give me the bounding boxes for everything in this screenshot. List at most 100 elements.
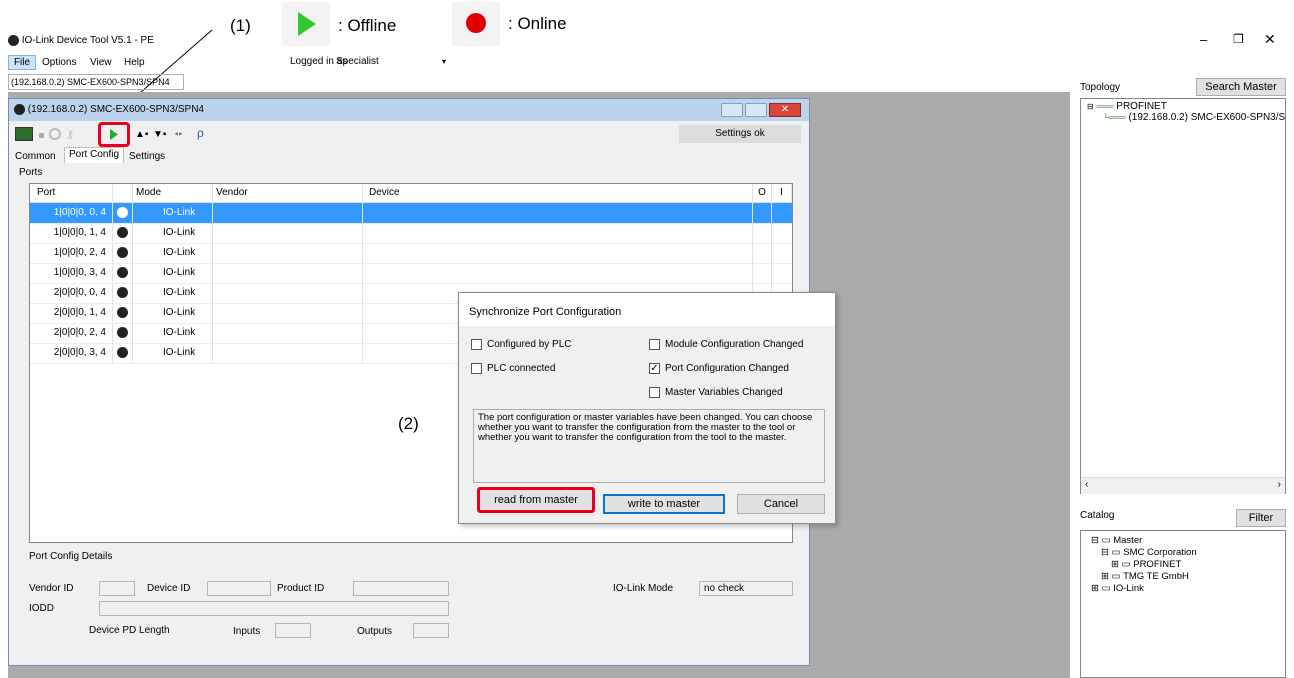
search-master-button[interactable]: Search Master	[1196, 78, 1286, 96]
table-row[interactable]: 1|0|0|0, 0, 4 IO-Link	[30, 203, 792, 224]
row-device	[363, 263, 753, 283]
row-vendor	[213, 303, 363, 323]
port-changed-checkbox[interactable]: ✓ Port Configuration Changed	[649, 363, 789, 374]
check-icon: ✓	[649, 363, 660, 374]
tree-tmg[interactable]: ⊞ ▭ TMG TE GmbH	[1101, 571, 1189, 582]
table-row[interactable]: 1|0|0|0, 1, 4 IO-Link	[30, 223, 792, 244]
row-port: 1|0|0|0, 2, 4	[30, 243, 113, 263]
row-o	[753, 263, 772, 283]
tree-device[interactable]: └═══ (192.168.0.2) SMC-EX600-SPN3/S	[1103, 112, 1285, 123]
topology-label: Topology	[1080, 82, 1121, 93]
row-mode: IO-Link	[133, 283, 213, 303]
callout-2-label: (2)	[398, 414, 419, 433]
scroll-left-icon: ‹	[1085, 479, 1089, 490]
tree-catalog-profinet[interactable]: ⊞ ▭ PROFINET	[1111, 559, 1181, 570]
cancel-button[interactable]: Cancel	[737, 494, 825, 514]
compare-icon[interactable]: ▪▪	[175, 129, 182, 140]
device-id-field	[207, 581, 271, 596]
write-to-master-button[interactable]: write to master	[603, 494, 725, 514]
minimize-button[interactable]: –	[1200, 32, 1207, 47]
child-close-button[interactable]: ✕	[769, 103, 801, 117]
menu-view[interactable]: View	[90, 57, 112, 68]
row-mode: IO-Link	[133, 203, 213, 223]
row-globe-icon	[113, 323, 133, 343]
go-offline-button[interactable]	[98, 122, 130, 147]
menu-file[interactable]: File	[8, 55, 36, 70]
child-maximize-button[interactable]	[745, 103, 767, 117]
row-mode: IO-Link	[133, 243, 213, 263]
download-icon[interactable]: ▼▪	[153, 129, 166, 140]
child-minimize-button[interactable]	[721, 103, 743, 117]
row-port: 2|0|0|0, 2, 4	[30, 323, 113, 343]
tree-master[interactable]: ⊟ ▭ Master	[1091, 535, 1142, 546]
module-changed-checkbox[interactable]: Module Configuration Changed	[649, 339, 803, 350]
filter-button[interactable]: Filter	[1236, 509, 1286, 527]
tab-settings[interactable]: Settings	[129, 151, 165, 162]
pd-length-label: Device PD Length	[89, 625, 170, 636]
row-vendor	[213, 323, 363, 343]
col-device: Device	[363, 184, 753, 204]
key-icon[interactable]: ⚷	[66, 128, 76, 141]
vendor-id-field	[99, 581, 135, 596]
read-from-master-button[interactable]: read from master	[477, 487, 595, 513]
user-select[interactable]: Specialist ▾	[336, 54, 450, 69]
details-group-label: Port Config Details	[29, 551, 113, 562]
tree-smc[interactable]: ⊟ ▭ SMC Corporation	[1101, 547, 1197, 558]
disc-icon[interactable]	[49, 128, 61, 140]
document-tab[interactable]: (192.168.0.2) SMC-EX600-SPN3/SPN4	[8, 74, 184, 90]
settings-status: Settings ok	[679, 125, 801, 143]
row-o	[753, 203, 772, 223]
network-icon: ═══	[1096, 102, 1114, 111]
row-device	[363, 223, 753, 243]
tab-port-config[interactable]: Port Config	[64, 147, 124, 163]
configured-by-plc-checkbox[interactable]: Configured by PLC	[471, 339, 572, 350]
app-globe-icon	[8, 35, 19, 46]
topology-tree: ⊟ ═══ PROFINET └═══ (192.168.0.2) SMC-EX…	[1080, 98, 1286, 494]
row-globe-icon	[113, 303, 133, 323]
online-legend: : Online	[508, 14, 567, 33]
app-title: IO-Link Device Tool V5.1 - PE	[8, 35, 154, 46]
master-vars-checkbox[interactable]: Master Variables Changed	[649, 387, 783, 398]
row-vendor	[213, 343, 363, 363]
row-globe-icon	[113, 263, 133, 283]
restore-button[interactable]: ❐	[1233, 32, 1244, 46]
row-port: 1|0|0|0, 0, 4	[30, 203, 113, 223]
row-device	[363, 203, 753, 223]
row-globe-icon	[113, 343, 133, 363]
dialog-message: The port configuration or master variabl…	[473, 409, 825, 483]
menu-options[interactable]: Options	[42, 57, 76, 68]
device-icon[interactable]	[15, 127, 33, 141]
topology-scrollbar[interactable]: ‹ ›	[1081, 477, 1285, 494]
offline-icon-box	[282, 2, 330, 46]
iolink-mode-label: IO-Link Mode	[613, 583, 674, 594]
catalog-label: Catalog	[1080, 510, 1115, 521]
row-mode: IO-Link	[133, 323, 213, 343]
tree-profinet[interactable]: ⊟ ═══ PROFINET	[1087, 101, 1167, 112]
row-vendor	[213, 203, 363, 223]
search-icon[interactable]: ρ	[197, 126, 204, 140]
close-button[interactable]: ✕	[1264, 31, 1276, 48]
tree-iolink[interactable]: ⊞ ▭ IO-Link	[1091, 583, 1144, 594]
vendor-id-label: Vendor ID	[29, 583, 74, 594]
row-mode: IO-Link	[133, 343, 213, 363]
menu-help[interactable]: Help	[124, 57, 145, 68]
row-mode: IO-Link	[133, 263, 213, 283]
upload-icon[interactable]: ▲▪	[135, 129, 148, 140]
row-mode: IO-Link	[133, 223, 213, 243]
ports-group-label: Ports	[19, 167, 43, 178]
row-vendor	[213, 283, 363, 303]
outputs-field	[413, 623, 449, 638]
col-i: I	[772, 184, 792, 204]
tab-common[interactable]: Common	[15, 151, 56, 162]
inputs-field	[275, 623, 311, 638]
row-port: 2|0|0|0, 1, 4	[30, 303, 113, 323]
table-row[interactable]: 1|0|0|0, 2, 4 IO-Link	[30, 243, 792, 264]
child-title: (192.168.0.2) SMC-EX600-SPN3/SPN4	[14, 104, 204, 115]
plc-connected-checkbox[interactable]: PLC connected	[471, 363, 555, 374]
iodd-label: IODD	[29, 603, 54, 614]
device-id-label: Device ID	[147, 583, 191, 594]
col-icon	[113, 184, 133, 204]
online-dot-icon	[466, 13, 486, 33]
table-row[interactable]: 1|0|0|0, 3, 4 IO-Link	[30, 263, 792, 284]
row-i	[772, 263, 792, 283]
